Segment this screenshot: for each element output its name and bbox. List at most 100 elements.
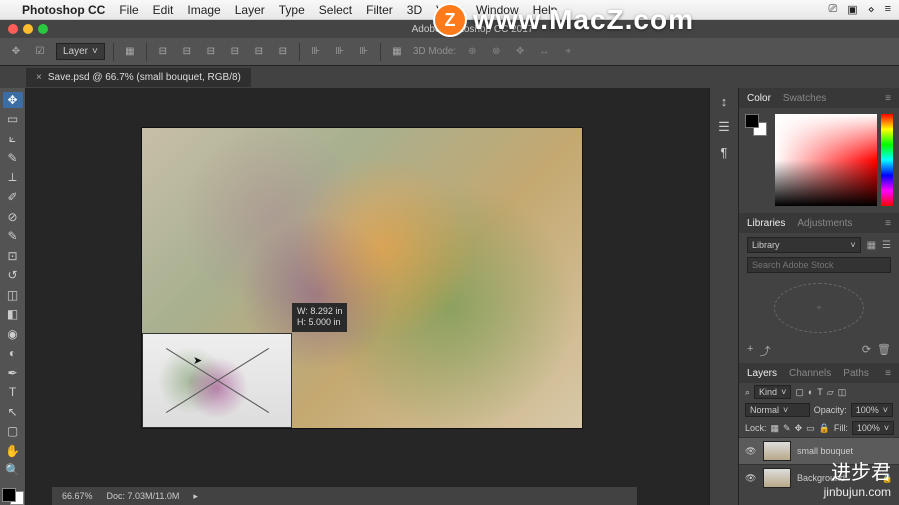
- menu-edit[interactable]: Edit: [153, 3, 174, 17]
- tab-channels[interactable]: Channels: [789, 368, 831, 379]
- crop-tool[interactable]: ⟂: [3, 170, 23, 186]
- transform-controls-check[interactable]: ▦: [122, 44, 138, 60]
- canvas-area[interactable]: ➤ W: 8.292 in H: 5.000 in 66.67% Doc: 7.…: [26, 88, 709, 505]
- foreground-background-swatch[interactable]: [2, 488, 24, 505]
- distribute-v-icon[interactable]: ⊪: [332, 44, 348, 60]
- hue-slider[interactable]: [881, 114, 893, 206]
- layers-panel-menu-icon[interactable]: ≡: [885, 368, 891, 379]
- align-center-v-icon[interactable]: ⊟: [251, 44, 267, 60]
- screen-icon[interactable]: ⎚: [828, 3, 837, 16]
- close-button[interactable]: [8, 24, 18, 34]
- auto-select-dropdown[interactable]: Layer˅: [56, 43, 105, 60]
- auto-align-icon[interactable]: ▦: [389, 44, 405, 60]
- zoom-level[interactable]: 66.67%: [62, 491, 93, 501]
- tab-color[interactable]: Color: [747, 93, 771, 104]
- move-tool[interactable]: ✥: [3, 92, 23, 108]
- tab-layers[interactable]: Layers: [747, 368, 777, 379]
- type-tool[interactable]: T: [3, 385, 23, 401]
- lock-artboard-icon[interactable]: ▭: [806, 423, 815, 434]
- align-top-icon[interactable]: ⊟: [227, 44, 243, 60]
- align-bottom-icon[interactable]: ⊟: [275, 44, 291, 60]
- align-right-icon[interactable]: ⊟: [203, 44, 219, 60]
- filter-smart-icon[interactable]: ◫: [838, 387, 847, 398]
- layer-thumbnail[interactable]: [763, 468, 791, 488]
- shape-icon[interactable]: ▣: [847, 3, 857, 16]
- list-view-icon[interactable]: ☰: [882, 240, 891, 251]
- dodge-tool[interactable]: ◐: [3, 346, 23, 362]
- library-selector[interactable]: Library˅: [747, 237, 861, 253]
- minimize-button[interactable]: [23, 24, 33, 34]
- placed-layer[interactable]: ➤: [142, 333, 292, 428]
- eraser-tool[interactable]: ◫: [3, 287, 23, 303]
- stamp-tool[interactable]: ⊡: [3, 248, 23, 264]
- filter-shape-icon[interactable]: ▱: [827, 387, 834, 398]
- gradient-tool[interactable]: ◧: [3, 307, 23, 323]
- distribute-h-icon[interactable]: ⊪: [308, 44, 324, 60]
- tab-libraries[interactable]: Libraries: [747, 218, 785, 229]
- libraries-panel-menu-icon[interactable]: ≡: [885, 218, 891, 229]
- blend-mode-select[interactable]: Normal˅: [745, 403, 810, 417]
- layer-name[interactable]: small bouquet: [797, 446, 853, 456]
- zoom-tool[interactable]: 🔍: [3, 463, 23, 479]
- rectangle-tool[interactable]: ▢: [3, 424, 23, 440]
- menu-layer[interactable]: Layer: [235, 3, 265, 17]
- layer-filter-icon[interactable]: ⌕: [745, 387, 750, 398]
- zoom-button[interactable]: [38, 24, 48, 34]
- menu-3d[interactable]: 3D: [407, 3, 422, 17]
- sync-icon[interactable]: ⟳: [862, 343, 871, 359]
- properties-panel-icon[interactable]: ☰: [718, 119, 730, 135]
- library-drop-zone[interactable]: +: [774, 283, 864, 333]
- menu-filter[interactable]: Filter: [366, 3, 393, 17]
- menu-select[interactable]: Select: [319, 3, 352, 17]
- menu-file[interactable]: File: [119, 3, 138, 17]
- document-tab[interactable]: × Save.psd @ 66.7% (small bouquet, RGB/8…: [26, 68, 251, 87]
- wifi-icon[interactable]: ⋄: [868, 3, 875, 16]
- layer-thumbnail[interactable]: [763, 441, 791, 461]
- lock-transparency-icon[interactable]: ▦: [771, 423, 780, 434]
- healing-tool[interactable]: ⊘: [3, 209, 23, 225]
- delete-icon[interactable]: 🗑: [877, 343, 891, 359]
- fill-input[interactable]: 100%˅: [852, 421, 894, 435]
- close-tab-icon[interactable]: ×: [36, 72, 42, 83]
- path-tool[interactable]: ↖: [3, 404, 23, 420]
- pen-tool[interactable]: ✒: [3, 365, 23, 381]
- tab-swatches[interactable]: Swatches: [783, 93, 826, 104]
- opacity-input[interactable]: 100%˅: [851, 403, 893, 417]
- library-search-input[interactable]: [747, 257, 891, 273]
- visibility-icon[interactable]: 👁: [745, 473, 757, 484]
- history-panel-icon[interactable]: ↕: [721, 94, 728, 109]
- doc-size[interactable]: Doc: 7.03M/11.0M: [107, 491, 180, 501]
- eyedropper-tool[interactable]: ✐: [3, 190, 23, 206]
- layer-filter-select[interactable]: Kind˅: [754, 385, 791, 399]
- lock-all-icon[interactable]: 🔒: [819, 423, 830, 434]
- auto-select-check[interactable]: ☑: [32, 44, 48, 60]
- add-content-icon[interactable]: +: [747, 343, 753, 359]
- quick-select-tool[interactable]: ✎: [3, 151, 23, 167]
- filter-type-icon[interactable]: T: [817, 387, 823, 397]
- blur-tool[interactable]: ◉: [3, 326, 23, 342]
- filter-adjust-icon[interactable]: ◐: [808, 387, 813, 397]
- brush-tool[interactable]: ✎: [3, 229, 23, 245]
- history-brush-tool[interactable]: ↺: [3, 268, 23, 284]
- app-name[interactable]: Photoshop CC: [22, 3, 105, 17]
- move-tool-icon[interactable]: ✥: [8, 44, 24, 60]
- lock-position-icon[interactable]: ✥: [795, 423, 803, 434]
- character-panel-icon[interactable]: ¶: [721, 145, 728, 160]
- lasso-tool[interactable]: ⟀: [3, 131, 23, 147]
- tab-adjustments[interactable]: Adjustments: [797, 218, 852, 229]
- color-fgbg-swatch[interactable]: [745, 114, 771, 207]
- grid-view-icon[interactable]: ▦: [867, 240, 876, 251]
- menu-type[interactable]: Type: [279, 3, 305, 17]
- color-panel-menu-icon[interactable]: ≡: [885, 93, 891, 104]
- color-field[interactable]: [775, 114, 877, 206]
- align-left-icon[interactable]: ⊟: [155, 44, 171, 60]
- status-chevron-icon[interactable]: ▸: [193, 491, 198, 502]
- menu-image[interactable]: Image: [187, 3, 220, 17]
- lock-image-icon[interactable]: ✎: [783, 423, 791, 434]
- filter-image-icon[interactable]: ▢: [795, 387, 804, 398]
- upload-icon[interactable]: ⤴: [759, 343, 770, 359]
- menu-icon[interactable]: ≡: [885, 3, 891, 16]
- document-canvas[interactable]: ➤ W: 8.292 in H: 5.000 in: [142, 128, 582, 428]
- visibility-icon[interactable]: 👁: [745, 446, 757, 457]
- hand-tool[interactable]: ✋: [3, 443, 23, 459]
